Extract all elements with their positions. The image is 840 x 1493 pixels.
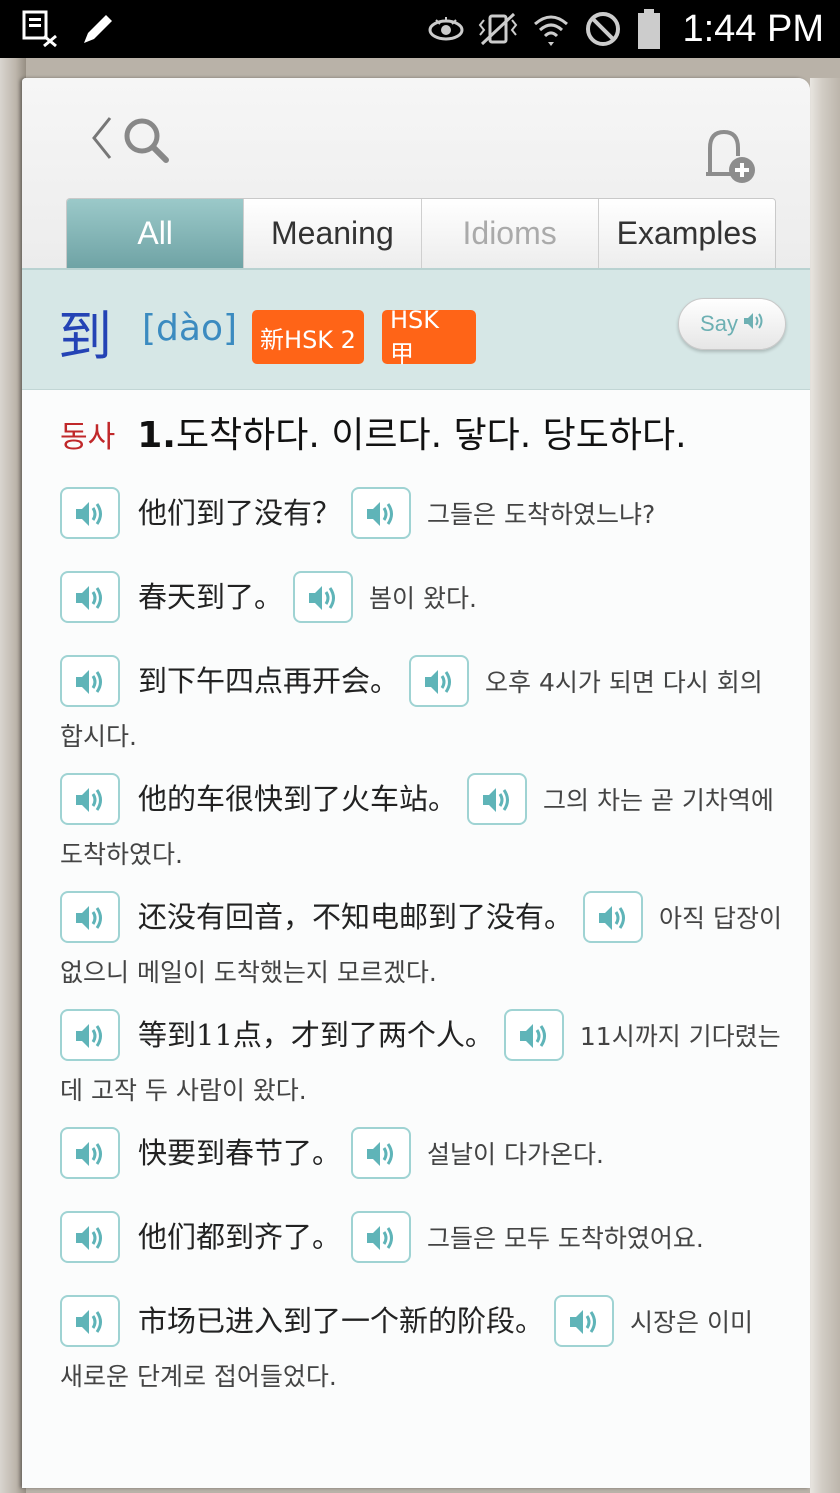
play-korean-audio-button[interactable] <box>409 654 470 707</box>
definition-number: 1. <box>137 415 176 456</box>
example-item: 他的车很快到了火车站。 그의 차는 곧 기차역에 도착하였다. <box>60 772 782 882</box>
play-chinese-audio-button[interactable] <box>60 1008 120 1061</box>
part-of-speech: 동사 <box>60 420 116 455</box>
pinyin: [dào] <box>142 308 238 349</box>
play-korean-audio-button[interactable] <box>583 890 644 943</box>
example-item: 到下午四点再开会。 오후 4시가 되면 다시 회의합시다. <box>60 654 782 764</box>
status-bar: 1:44 PM <box>0 0 840 58</box>
play-chinese-audio-button[interactable] <box>60 1126 120 1179</box>
play-chinese-audio-button[interactable] <box>60 654 120 707</box>
block-icon <box>584 10 622 48</box>
play-chinese-audio-button[interactable] <box>60 1294 120 1347</box>
edit-icon <box>80 11 116 47</box>
eye-icon <box>428 14 464 44</box>
hsk-new-badge: 新HSK 2 <box>252 310 364 364</box>
dictionary-notification-icon <box>22 10 58 48</box>
bookmark-add-icon[interactable] <box>704 126 760 190</box>
example-list: 他们到了没有？ 그들은 도착하였느냐? 春天到了。 봄이 왔다. 到下午四点再开… <box>60 486 782 1404</box>
example-chinese: 市场已进入到了一个新的阶段。 <box>138 1304 545 1338</box>
book-page-edge <box>810 78 840 1493</box>
play-korean-audio-button[interactable] <box>554 1294 615 1347</box>
play-chinese-audio-button[interactable] <box>60 570 120 623</box>
definition: 동사 1. 도착하다. 이르다. 닿다. 당도하다. <box>60 406 782 478</box>
say-label: Say <box>700 311 738 336</box>
headword: 到 <box>58 305 112 368</box>
example-chinese: 他们到了没有？ <box>138 496 342 530</box>
example-chinese: 他们都到齐了。 <box>138 1220 342 1254</box>
play-chinese-audio-button[interactable] <box>60 486 120 539</box>
example-chinese: 等到11点，才到了两个人。 <box>138 1018 494 1052</box>
tab-bar: All Meaning Idioms Examples <box>66 198 776 268</box>
wifi-icon <box>532 10 570 48</box>
vibrate-icon <box>478 12 518 46</box>
speaker-icon <box>742 311 764 337</box>
example-chinese: 他的车很快到了火车站。 <box>138 782 458 816</box>
hsk-old-badge: HSK 甲 <box>382 306 476 368</box>
example-korean: 봄이 왔다. <box>369 584 477 613</box>
tab-all[interactable]: All <box>67 199 244 268</box>
example-item: 春天到了。 봄이 왔다. <box>60 570 782 646</box>
tab-idioms[interactable]: Idioms <box>420 199 598 268</box>
example-item: 他们都到齐了。 그들은 모두 도착하였어요. <box>60 1210 782 1286</box>
battery-icon <box>636 8 662 50</box>
example-item: 快要到春节了。 설날이 다가온다. <box>60 1126 782 1202</box>
example-item: 等到11点，才到了两个人。 11시까지 기다렸는데 고작 두 사람이 왔다. <box>60 1008 782 1118</box>
chevron-left-icon[interactable] <box>88 114 118 166</box>
example-item: 市场已进入到了一个新的阶段。 시장은 이미 새로운 단계로 접어들었다. <box>60 1294 782 1404</box>
example-item: 他们到了没有？ 그들은 도착하였느냐? <box>60 486 782 562</box>
example-korean: 그들은 모두 도착하였어요. <box>427 1224 704 1253</box>
status-time: 1:44 PM <box>682 8 824 50</box>
play-korean-audio-button[interactable] <box>351 1210 412 1263</box>
play-chinese-audio-button[interactable] <box>60 772 120 825</box>
example-korean: 그들은 도착하였느냐? <box>427 500 656 529</box>
tab-examples[interactable]: Examples <box>597 199 775 268</box>
entry-content: 동사 1. 도착하다. 이르다. 닿다. 당도하다. 他们到了没有？ 그들은 도… <box>22 390 810 1488</box>
play-korean-audio-button[interactable] <box>503 1008 564 1061</box>
example-item: 还没有回音，不知电邮到了没有。 아직 답장이 없으니 메일이 도착했는지 모르겠… <box>60 890 782 1000</box>
say-button[interactable]: Say <box>678 298 786 350</box>
play-korean-audio-button[interactable] <box>351 1126 412 1179</box>
example-chinese: 快要到春节了。 <box>138 1136 342 1170</box>
book-frame: All Meaning Idioms Examples 到 [dào] 新HSK… <box>0 58 840 1493</box>
example-chinese: 春天到了。 <box>138 580 284 614</box>
tab-meaning[interactable]: Meaning <box>243 199 421 268</box>
dictionary-page: All Meaning Idioms Examples 到 [dào] 新HSK… <box>22 78 810 1488</box>
definition-text: 도착하다. 이르다. 닿다. 당도하다. <box>175 415 687 456</box>
play-chinese-audio-button[interactable] <box>60 1210 120 1263</box>
play-korean-audio-button[interactable] <box>467 772 528 825</box>
example-chinese: 到下午四点再开会。 <box>138 664 400 698</box>
play-korean-audio-button[interactable] <box>351 486 412 539</box>
play-korean-audio-button[interactable] <box>293 570 354 623</box>
play-chinese-audio-button[interactable] <box>60 890 120 943</box>
search-icon[interactable] <box>120 114 176 174</box>
headword-band: 到 [dào] 新HSK 2 HSK 甲 Say <box>22 268 810 390</box>
example-chinese: 还没有回音，不知电邮到了没有。 <box>138 900 574 934</box>
example-korean: 설날이 다가온다. <box>427 1140 604 1169</box>
